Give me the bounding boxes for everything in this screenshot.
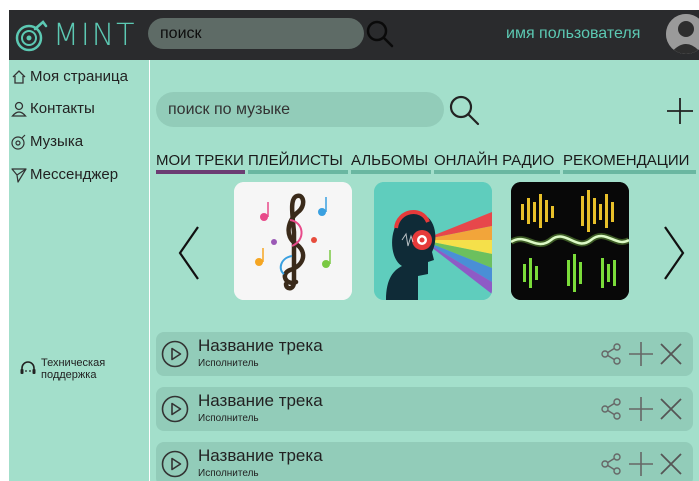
- sound-wave-art-icon: [511, 182, 629, 300]
- tab-label: ОНЛАЙН РАДИО: [434, 152, 555, 169]
- music-search-icon[interactable]: [447, 93, 481, 127]
- main-content: МОИ ТРЕКИ ПЛЕЙЛИСТЫ АЛЬБОМЫ ОНЛАЙН РАДИО…: [150, 60, 699, 481]
- music-search-field[interactable]: [156, 92, 444, 127]
- tab-my-tracks[interactable]: МОИ ТРЕКИ: [156, 142, 245, 174]
- tab-albums[interactable]: АЛЬБОМЫ: [351, 142, 431, 174]
- username[interactable]: имя пользователя: [506, 25, 640, 43]
- track-actions: [599, 395, 685, 423]
- music-disc-icon: [11, 134, 26, 150]
- track-artist: Исполнитель: [198, 468, 259, 479]
- logo-text: MINT: [53, 17, 137, 53]
- home-icon: [12, 69, 26, 84]
- track-row[interactable]: Название трека Исполнитель: [156, 387, 693, 431]
- tab-underline: [248, 170, 348, 174]
- album-cover-sound-wave[interactable]: [511, 182, 629, 300]
- sidebar: Моя страница Контакты Музыка Мессенджер: [9, 60, 149, 481]
- sidebar-item-messenger[interactable]: Мессенджер: [11, 166, 118, 183]
- track-actions: [599, 450, 685, 478]
- close-icon[interactable]: [657, 395, 685, 423]
- close-icon[interactable]: [657, 340, 685, 368]
- tab-underline: [434, 170, 560, 174]
- tab-label: РЕКОМЕНДАЦИИ: [563, 152, 690, 169]
- album-cover-treble-clef[interactable]: [234, 182, 352, 300]
- support-label: Техническая поддержка: [41, 357, 106, 381]
- tab-label: АЛЬБОМЫ: [351, 152, 429, 169]
- treble-clef-art-icon: [234, 182, 352, 300]
- music-tabs: МОИ ТРЕКИ ПЛЕЙЛИСТЫ АЛЬБОМЫ ОНЛАЙН РАДИО…: [156, 142, 696, 174]
- avatar[interactable]: [666, 14, 699, 54]
- album-cover-headphones[interactable]: [374, 182, 492, 300]
- tab-label: МОИ ТРЕКИ: [156, 152, 244, 169]
- person-icon: [11, 101, 27, 117]
- play-icon[interactable]: [161, 395, 189, 423]
- logo[interactable]: MINT: [13, 16, 137, 54]
- tab-playlists[interactable]: ПЛЕЙЛИСТЫ: [248, 142, 348, 174]
- add-icon[interactable]: [627, 450, 655, 478]
- music-search-input[interactable]: [168, 100, 432, 119]
- user-silhouette-icon: [666, 14, 699, 54]
- global-search-input[interactable]: [160, 24, 352, 43]
- sidebar-item-label: Музыка: [30, 133, 84, 150]
- track-row[interactable]: Название трека Исполнитель: [156, 442, 693, 481]
- share-icon[interactable]: [599, 452, 623, 476]
- tab-recommendations[interactable]: РЕКОМЕНДАЦИИ: [563, 142, 696, 174]
- play-icon[interactable]: [161, 450, 189, 478]
- play-icon[interactable]: [161, 340, 189, 368]
- tab-underline: [351, 170, 431, 174]
- search-icon[interactable]: [365, 19, 395, 49]
- sidebar-item-label: Контакты: [30, 100, 95, 117]
- send-icon: [11, 167, 27, 183]
- sidebar-item-label: Мессенджер: [30, 166, 119, 183]
- track-title: Название трека: [198, 336, 323, 355]
- add-track-button[interactable]: [665, 96, 695, 126]
- support-link[interactable]: Техническая поддержка: [19, 357, 121, 381]
- chevron-right-icon[interactable]: [659, 223, 689, 283]
- tab-underline: [156, 170, 245, 174]
- track-artist: Исполнитель: [198, 413, 259, 424]
- tab-online-radio[interactable]: ОНЛАЙН РАДИО: [434, 142, 560, 174]
- headset-icon: [20, 361, 36, 374]
- share-icon[interactable]: [599, 342, 623, 366]
- sidebar-item-contacts[interactable]: Контакты: [11, 100, 95, 117]
- vinyl-note-icon: [15, 20, 48, 52]
- share-icon[interactable]: [599, 397, 623, 421]
- top-bar: MINT имя пользователя: [9, 10, 699, 60]
- track-artist: Исполнитель: [198, 358, 259, 369]
- track-title: Название трека: [198, 391, 323, 410]
- add-icon[interactable]: [627, 395, 655, 423]
- close-icon[interactable]: [657, 450, 685, 478]
- app-frame: MINT имя пользователя Моя страница: [9, 10, 699, 481]
- track-title: Название трека: [198, 446, 323, 465]
- sidebar-item-music[interactable]: Музыка: [11, 133, 83, 150]
- track-actions: [599, 340, 685, 368]
- tab-label: ПЛЕЙЛИСТЫ: [248, 152, 343, 169]
- global-search-field[interactable]: [148, 18, 364, 49]
- track-row[interactable]: Название трека Исполнитель: [156, 332, 693, 376]
- sidebar-item-my-page[interactable]: Моя страница: [11, 68, 128, 85]
- chevron-left-icon[interactable]: [174, 223, 204, 283]
- sidebar-item-label: Моя страница: [30, 68, 128, 85]
- headphones-art-icon: [374, 182, 492, 300]
- add-icon[interactable]: [627, 340, 655, 368]
- tab-underline: [563, 170, 696, 174]
